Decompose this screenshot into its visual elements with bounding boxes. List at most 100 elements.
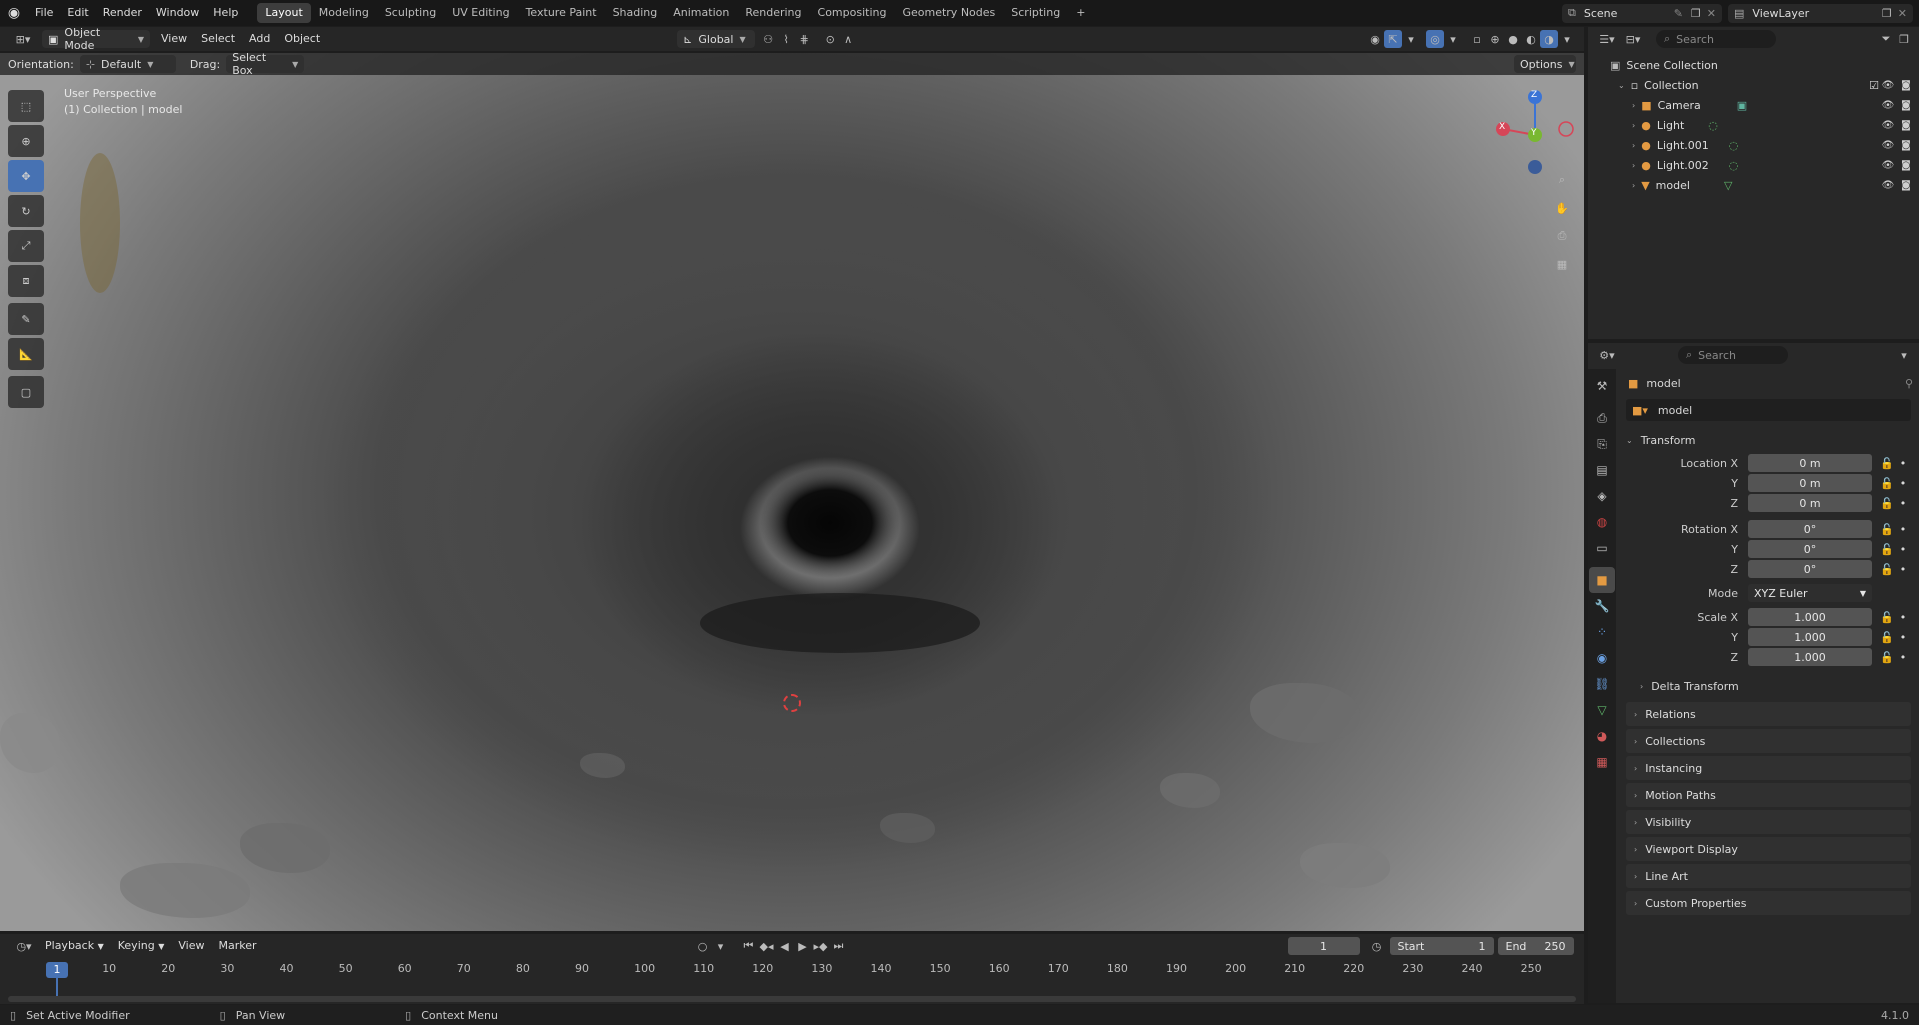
tool-tab-icon[interactable]: ⚒ xyxy=(1589,373,1615,399)
drag-dropdown[interactable]: Select Box ▼ xyxy=(226,51,305,77)
pin-icon[interactable]: ✎ xyxy=(1674,7,1683,20)
zoom-icon[interactable]: ⌕ xyxy=(1553,171,1571,189)
lock-icon[interactable]: 🔓 xyxy=(1880,611,1894,624)
3d-cursor-icon[interactable] xyxy=(783,694,801,712)
properties-options-icon[interactable]: ▾ xyxy=(1895,346,1913,364)
keyframe-dot-icon[interactable]: • xyxy=(1900,651,1907,664)
expand-chevron-icon[interactable]: › xyxy=(1632,161,1635,170)
location-z-field[interactable]: 0 m xyxy=(1748,494,1872,512)
world-tab-icon[interactable]: ◍ xyxy=(1589,509,1615,535)
expand-chevron-icon[interactable]: › xyxy=(1632,121,1635,130)
snap-icon[interactable]: ⌇ xyxy=(777,30,795,48)
mesh-data-icon[interactable]: ▽ xyxy=(1724,179,1732,192)
prev-keyframe-icon[interactable]: ◆◂ xyxy=(758,937,776,955)
orientation-dropdown[interactable]: ⊹ Default ▼ xyxy=(79,55,176,73)
tab-texture-paint[interactable]: Texture Paint xyxy=(518,3,605,23)
expand-chevron-icon[interactable]: ⌄ xyxy=(1618,81,1625,90)
overlay-toggle-icon[interactable]: ◎ xyxy=(1426,30,1444,48)
keying-dropdown-icon[interactable]: ▾ xyxy=(712,937,730,955)
output-tab-icon[interactable]: ⎘ xyxy=(1589,431,1615,457)
scale-tool-icon[interactable]: ⤢ xyxy=(8,230,44,262)
outliner-collection[interactable]: ⌄ ▫ Collection ☑ 👁 ◙ xyxy=(1588,75,1919,95)
menu-render[interactable]: Render xyxy=(96,3,149,23)
camera-render-icon[interactable]: ◙ xyxy=(1897,160,1915,171)
eye-icon[interactable]: 👁 xyxy=(1879,180,1897,191)
rendered-shading-icon[interactable]: ◑ xyxy=(1540,30,1558,48)
tab-geometry-nodes[interactable]: Geometry Nodes xyxy=(894,3,1003,23)
play-reverse-icon[interactable]: ◀ xyxy=(776,937,794,955)
falloff-icon[interactable]: ∧ xyxy=(839,30,857,48)
filter-icon[interactable]: ⏷ xyxy=(1877,30,1895,48)
expand-chevron-icon[interactable]: › xyxy=(1632,181,1635,190)
rotation-y-field[interactable]: 0° xyxy=(1748,540,1872,558)
tab-rendering[interactable]: Rendering xyxy=(737,3,809,23)
keyframe-dot-icon[interactable]: • xyxy=(1900,523,1907,536)
eye-icon[interactable]: 👁 xyxy=(1879,140,1897,151)
checkbox-icon[interactable]: ☑ xyxy=(1869,79,1879,92)
transform-tool-icon[interactable]: ⧈ xyxy=(8,265,44,297)
timeline-menu-playback[interactable]: Playback ▼ xyxy=(38,936,111,956)
xray-icon[interactable]: ▫ xyxy=(1468,30,1486,48)
transform-panel-header[interactable]: ⌄ Transform xyxy=(1618,427,1919,453)
outliner-item-light-001[interactable]: › ● Light.001 ◌ 👁 ◙ xyxy=(1588,135,1919,155)
outliner-item-model[interactable]: › ▼ model ▽ 👁 ◙ xyxy=(1588,175,1919,195)
keyframe-dot-icon[interactable]: • xyxy=(1900,631,1907,644)
camera-data-icon[interactable]: ▣ xyxy=(1737,99,1747,112)
gizmo-dropdown-icon[interactable]: ▾ xyxy=(1402,30,1420,48)
new-collection-icon[interactable]: ❐ xyxy=(1895,30,1913,48)
new-view-layer-icon[interactable]: ❐ xyxy=(1882,7,1892,20)
keyframe-dot-icon[interactable]: • xyxy=(1900,497,1907,510)
outliner-item-light-002[interactable]: › ● Light.002 ◌ 👁 ◙ xyxy=(1588,155,1919,175)
keyframe-dot-icon[interactable]: • xyxy=(1900,477,1907,490)
cursor-tool-icon[interactable]: ⊕ xyxy=(8,125,44,157)
light-data-icon[interactable]: ◌ xyxy=(1708,119,1718,132)
collection-tab-icon[interactable]: ▭ xyxy=(1589,535,1615,561)
rotation-z-field[interactable]: 0° xyxy=(1748,560,1872,578)
select-box-tool-icon[interactable]: ⬚ xyxy=(8,90,44,122)
menu-help[interactable]: Help xyxy=(206,3,245,23)
options-dropdown[interactable]: Options ▼ xyxy=(1514,55,1576,73)
rotate-tool-icon[interactable]: ↻ xyxy=(8,195,44,227)
auto-keying-icon[interactable]: ○ xyxy=(694,937,712,955)
tab-compositing[interactable]: Compositing xyxy=(810,3,895,23)
delete-view-layer-icon[interactable]: ✕ xyxy=(1898,7,1907,20)
editor-type-icon[interactable]: ⊞▾ xyxy=(10,30,36,48)
tab-scripting[interactable]: Scripting xyxy=(1003,3,1068,23)
mode-selector[interactable]: ▣ Object Mode ▼ xyxy=(42,26,150,52)
gizmo-toggle-icon[interactable]: ⇱ xyxy=(1384,30,1402,48)
3d-viewport[interactable]: User Perspective (1) Collection | model … xyxy=(0,53,1584,931)
scene-selector[interactable]: ⧉ Scene ✎ ❐ ✕ xyxy=(1562,3,1722,23)
hand-pan-icon[interactable]: ✋ xyxy=(1553,199,1571,217)
keyframe-dot-icon[interactable]: • xyxy=(1900,611,1907,624)
eye-icon[interactable]: 👁 xyxy=(1879,120,1897,131)
panel-viewport-display[interactable]: › Viewport Display xyxy=(1626,837,1911,861)
proportional-edit-icon[interactable]: ⊙ xyxy=(821,30,839,48)
panel-motion-paths[interactable]: › Motion Paths xyxy=(1626,783,1911,807)
lock-icon[interactable]: 🔓 xyxy=(1880,477,1894,490)
material-shading-icon[interactable]: ◐ xyxy=(1522,30,1540,48)
physics-tab-icon[interactable]: ◉ xyxy=(1589,645,1615,671)
camera-view-icon[interactable]: ⎙ xyxy=(1553,227,1571,245)
end-frame-field[interactable]: End 250 xyxy=(1497,937,1574,955)
lock-icon[interactable]: 🔓 xyxy=(1880,543,1894,556)
timeline-editor-type-icon[interactable]: ◷▾ xyxy=(10,937,38,955)
viewport-menu-object[interactable]: Object xyxy=(277,29,327,49)
outliner-scene-collection[interactable]: ▣ Scene Collection xyxy=(1588,55,1919,75)
transform-orientation-dropdown[interactable]: ⊾ Global ▼ xyxy=(677,30,756,48)
next-keyframe-icon[interactable]: ▸◆ xyxy=(812,937,830,955)
lock-icon[interactable]: 🔓 xyxy=(1880,457,1894,470)
light-data-icon[interactable]: ◌ xyxy=(1729,139,1739,152)
object-tab-icon[interactable]: ■ xyxy=(1589,567,1615,593)
camera-render-icon[interactable]: ◙ xyxy=(1897,80,1915,91)
location-y-field[interactable]: 0 m xyxy=(1748,474,1872,492)
tab-sculpting[interactable]: Sculpting xyxy=(377,3,444,23)
lock-icon[interactable]: 🔓 xyxy=(1880,631,1894,644)
modifier-tab-icon[interactable]: 🔧 xyxy=(1589,593,1615,619)
rotation-x-field[interactable]: 0° xyxy=(1748,520,1872,538)
measure-tool-icon[interactable]: 📐 xyxy=(8,338,44,370)
camera-render-icon[interactable]: ◙ xyxy=(1897,180,1915,191)
outliner-item-light[interactable]: › ● Light ◌ 👁 ◙ xyxy=(1588,115,1919,135)
viewport-menu-view[interactable]: View xyxy=(154,29,194,49)
view-layer-tab-icon[interactable]: ▤ xyxy=(1589,457,1615,483)
properties-search-input[interactable]: ⌕ Search xyxy=(1678,346,1788,364)
